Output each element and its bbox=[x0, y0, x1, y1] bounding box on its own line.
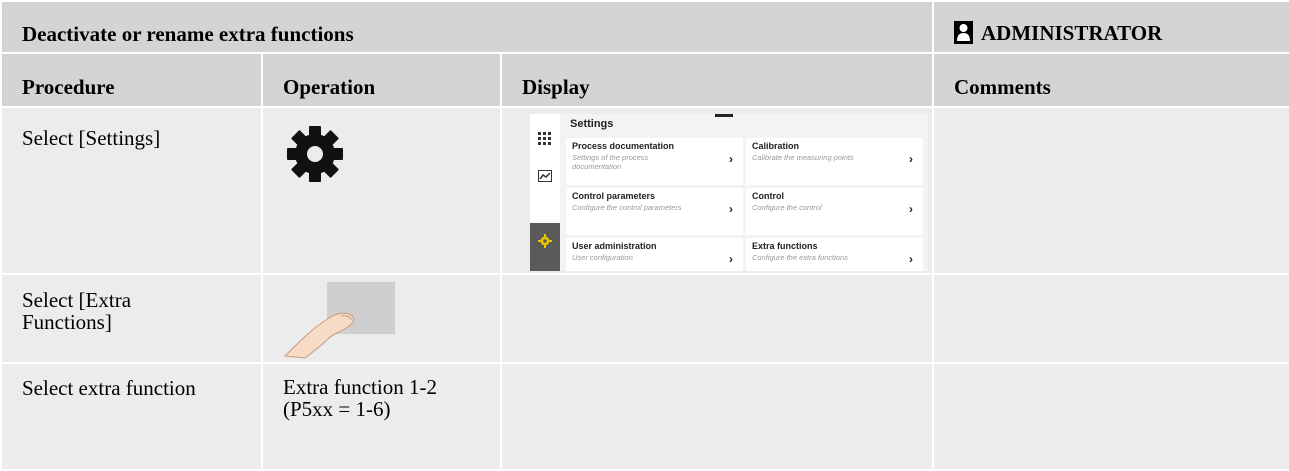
tile-process-documentation[interactable]: Process documentation Settings of the pr… bbox=[566, 138, 743, 185]
procedure-line: Select [Extra bbox=[22, 288, 132, 312]
screen-sidebar-active bbox=[530, 223, 560, 271]
procedure-text: Select [Extra Functions] bbox=[2, 275, 261, 333]
chevron-right-icon: › bbox=[729, 202, 733, 216]
tile-calibration[interactable]: Calibration Calibrate the measuring poin… bbox=[746, 138, 923, 185]
procedure-cell: Select [Settings] bbox=[0, 106, 263, 275]
table-row: Select [Settings] Settings Process docum… bbox=[0, 106, 1289, 275]
header-operation: Operation bbox=[261, 52, 502, 108]
chevron-right-icon: › bbox=[729, 252, 733, 266]
operation-text: Extra function 1-2 (P5xx = 1-6) bbox=[263, 364, 500, 420]
finger-tap-icon bbox=[283, 282, 395, 359]
display-cell bbox=[499, 362, 935, 471]
screen-title: Settings bbox=[570, 118, 614, 130]
header-display-label: Display bbox=[522, 75, 590, 99]
operation-cell bbox=[261, 273, 502, 364]
procedure-text: Select extra function bbox=[22, 376, 196, 400]
tile-control[interactable]: Control Configure the control › bbox=[746, 188, 923, 235]
tile-subtitle: Calibrate the measuring points bbox=[752, 153, 854, 162]
header-procedure-label: Procedure bbox=[22, 75, 115, 99]
chevron-right-icon: › bbox=[909, 202, 913, 216]
screen-notch bbox=[715, 114, 733, 117]
tile-subtitle: Configure the control bbox=[752, 203, 822, 212]
tile-title: Control parameters bbox=[572, 191, 656, 201]
grid-menu-icon bbox=[538, 132, 551, 145]
comments-cell bbox=[932, 106, 1289, 275]
procedure-cell: Select [Extra Functions] bbox=[0, 273, 263, 364]
tile-subtitle: Settings of the process documentation bbox=[572, 153, 649, 171]
header-operation-label: Operation bbox=[283, 75, 376, 99]
tile-title: Control bbox=[752, 191, 784, 201]
chevron-right-icon: › bbox=[909, 152, 913, 166]
procedure-line: Functions] bbox=[22, 310, 112, 334]
gear-icon bbox=[287, 126, 343, 182]
display-cell bbox=[499, 273, 935, 364]
title-cell: Deactivate or rename extra functions bbox=[0, 0, 935, 54]
user-icon bbox=[954, 21, 974, 44]
procedure-text: Select [Settings] bbox=[22, 126, 161, 150]
tile-control-parameters[interactable]: Control parameters Configure the control… bbox=[566, 188, 743, 235]
header-procedure: Procedure bbox=[0, 52, 263, 108]
settings-screenshot: Settings Process documentation Settings … bbox=[530, 114, 928, 271]
comments-cell bbox=[932, 362, 1289, 471]
role-cell: ADMINISTRATOR bbox=[932, 0, 1289, 54]
tile-title: Calibration bbox=[752, 141, 800, 151]
tile-user-administration[interactable]: User administration User configuration › bbox=[566, 238, 743, 271]
role-label: ADMINISTRATOR bbox=[981, 21, 1163, 45]
procedure-cell: Select extra function bbox=[0, 362, 263, 471]
tile-extra-functions[interactable]: Extra functions Configure the extra func… bbox=[746, 238, 923, 271]
operation-cell: Extra function 1-2 (P5xx = 1-6) bbox=[261, 362, 502, 471]
chart-icon bbox=[538, 170, 552, 182]
operation-cell bbox=[261, 106, 502, 275]
operation-line: (P5xx = 1-6) bbox=[283, 397, 391, 421]
tile-subtitle: Configure the extra functions bbox=[752, 253, 848, 262]
chevron-right-icon: › bbox=[729, 152, 733, 166]
settings-gear-icon bbox=[538, 234, 552, 248]
procedure-table: Deactivate or rename extra functions ADM… bbox=[0, 0, 1289, 471]
header-comments-label: Comments bbox=[954, 75, 1051, 99]
header-display: Display bbox=[499, 52, 935, 108]
operation-line: Extra function 1-2 bbox=[283, 375, 437, 399]
tile-title: Process documentation bbox=[572, 141, 675, 151]
header-comments: Comments bbox=[932, 52, 1289, 108]
tile-title: User administration bbox=[572, 241, 657, 251]
page-title: Deactivate or rename extra functions bbox=[22, 22, 354, 46]
tile-subtitle: Configure the control parameters bbox=[572, 203, 682, 212]
table-row: Select extra function Extra function 1-2… bbox=[0, 362, 1289, 471]
chevron-right-icon: › bbox=[909, 252, 913, 266]
comments-cell bbox=[932, 273, 1289, 364]
tile-title: Extra functions bbox=[752, 241, 818, 251]
tile-subtitle: User configuration bbox=[572, 253, 633, 262]
display-cell: Settings Process documentation Settings … bbox=[499, 106, 935, 275]
table-row: Select [Extra Functions] bbox=[0, 273, 1289, 364]
